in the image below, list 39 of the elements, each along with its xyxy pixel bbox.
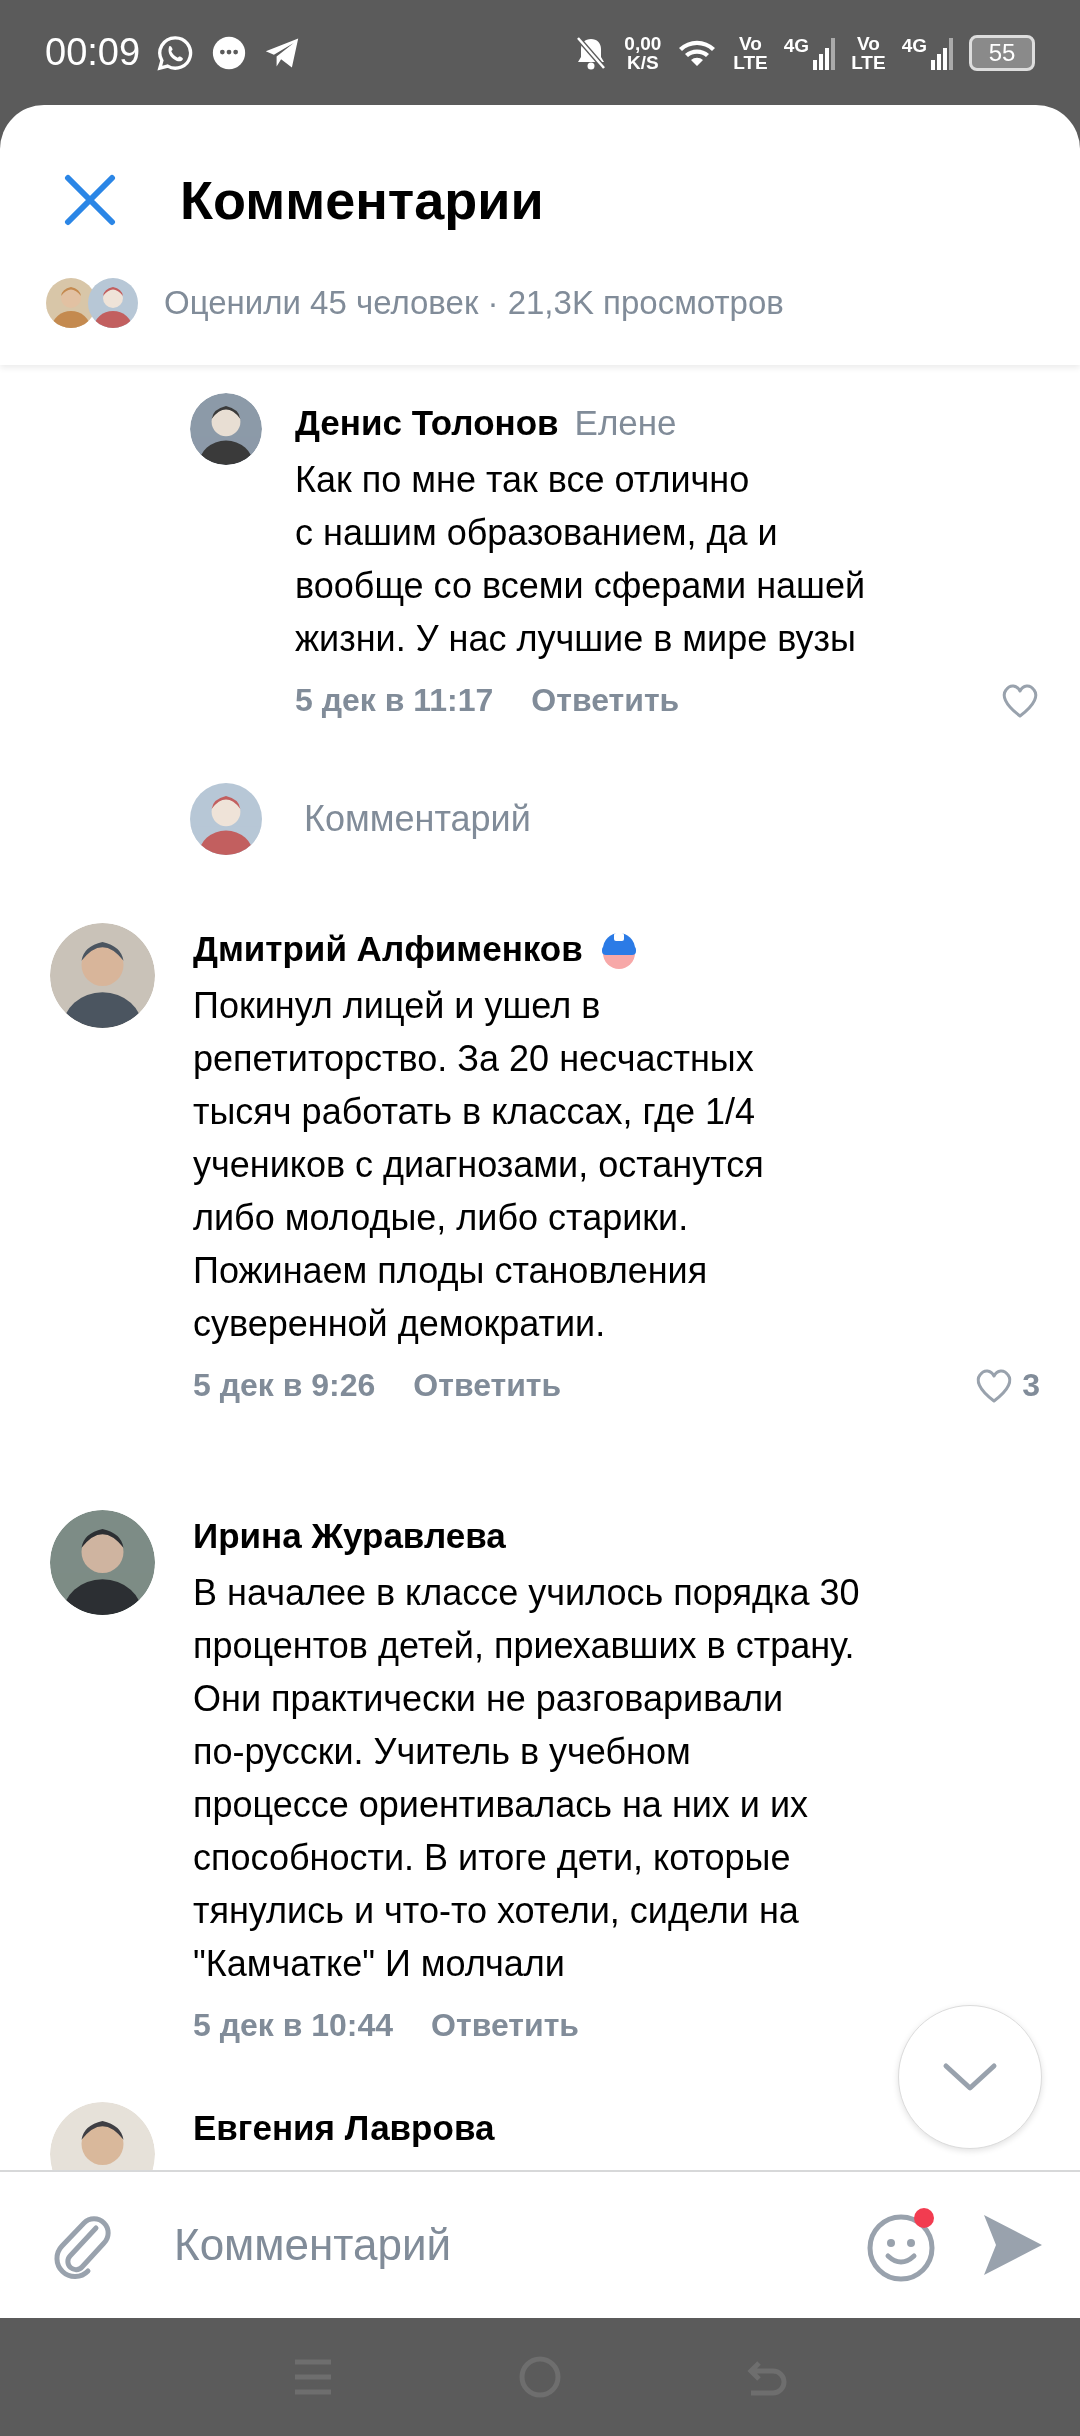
author-name[interactable]: Евгения Лаврова	[193, 2098, 495, 2158]
close-button[interactable]	[62, 172, 118, 228]
comment-date: 5 дек в 11:17	[295, 681, 494, 720]
reply-to-name[interactable]: Елене	[574, 393, 677, 453]
lte-label: LTE	[733, 52, 768, 72]
battery: 55	[969, 34, 1035, 71]
author-name[interactable]: Ирина Журавлева	[193, 1506, 506, 1566]
heart-icon	[1000, 681, 1040, 719]
status-time: 00:09	[45, 30, 141, 75]
reply-link[interactable]: Ответить	[413, 1361, 562, 1409]
signal-icon	[931, 35, 953, 70]
reply-link[interactable]: Ответить	[431, 2001, 579, 2049]
network-speed-unit: K/S	[626, 52, 659, 72]
author-name[interactable]: Денис Толонов	[295, 393, 559, 453]
whatsapp-icon	[156, 33, 195, 72]
close-icon	[64, 174, 116, 226]
comment-text: Покинул лицей и ушел в репетиторство. За 20 несчастных тысяч работать в классах, где 1/4 учеников с диагнозами, останутся либо молодые, либо старики. Пожинаем плоды становления суверенной демократии.	[193, 984, 765, 1346]
lte-label: LTE	[851, 52, 886, 72]
comment-date: 5 дек в 10:44	[193, 2006, 394, 2045]
send-icon	[982, 2213, 1044, 2277]
comment-date: 5 дек в 9:26	[193, 1366, 376, 1405]
comment-field[interactable]: Комментарий	[304, 792, 531, 846]
network-type: 4G	[901, 35, 927, 55]
network-type: 4G	[783, 35, 810, 55]
volte-label: Vo	[855, 33, 881, 53]
send-button[interactable]	[982, 2213, 1044, 2277]
chevron-down-icon	[942, 2062, 998, 2092]
signal-icon	[813, 35, 836, 70]
comment-text: Как по мне так все отлично с нашим образованием, да и вообще со всеми сферами нашей жизни. У нас лучшие в мире вузы	[295, 458, 867, 661]
network-speed: 0,00	[624, 33, 662, 53]
comment-text: В началее в классе училось порядка 30 процентов детей, приехавших в страну. Они практически не разговаривали по-русски. Учитель в учебном процессе ориентивалась на них и их способности. В итоге дети, которые тянулись и что-то хотели, сидели на "Камчатке" И молчали	[193, 1571, 861, 1986]
like-button[interactable]	[1000, 681, 1040, 719]
author-name[interactable]: Дмитрий Алфименков	[193, 919, 583, 979]
page-title: Комментарии	[180, 168, 544, 232]
comment-input[interactable]: Комментарий	[172, 2211, 864, 2279]
like-button[interactable]: 3	[974, 1361, 1040, 1409]
reply-link[interactable]: Ответить	[531, 676, 680, 724]
volte-label: Vo	[738, 33, 763, 53]
likes-views-summary: Оценили 45 человек · 21,3K просмотров	[164, 283, 784, 324]
